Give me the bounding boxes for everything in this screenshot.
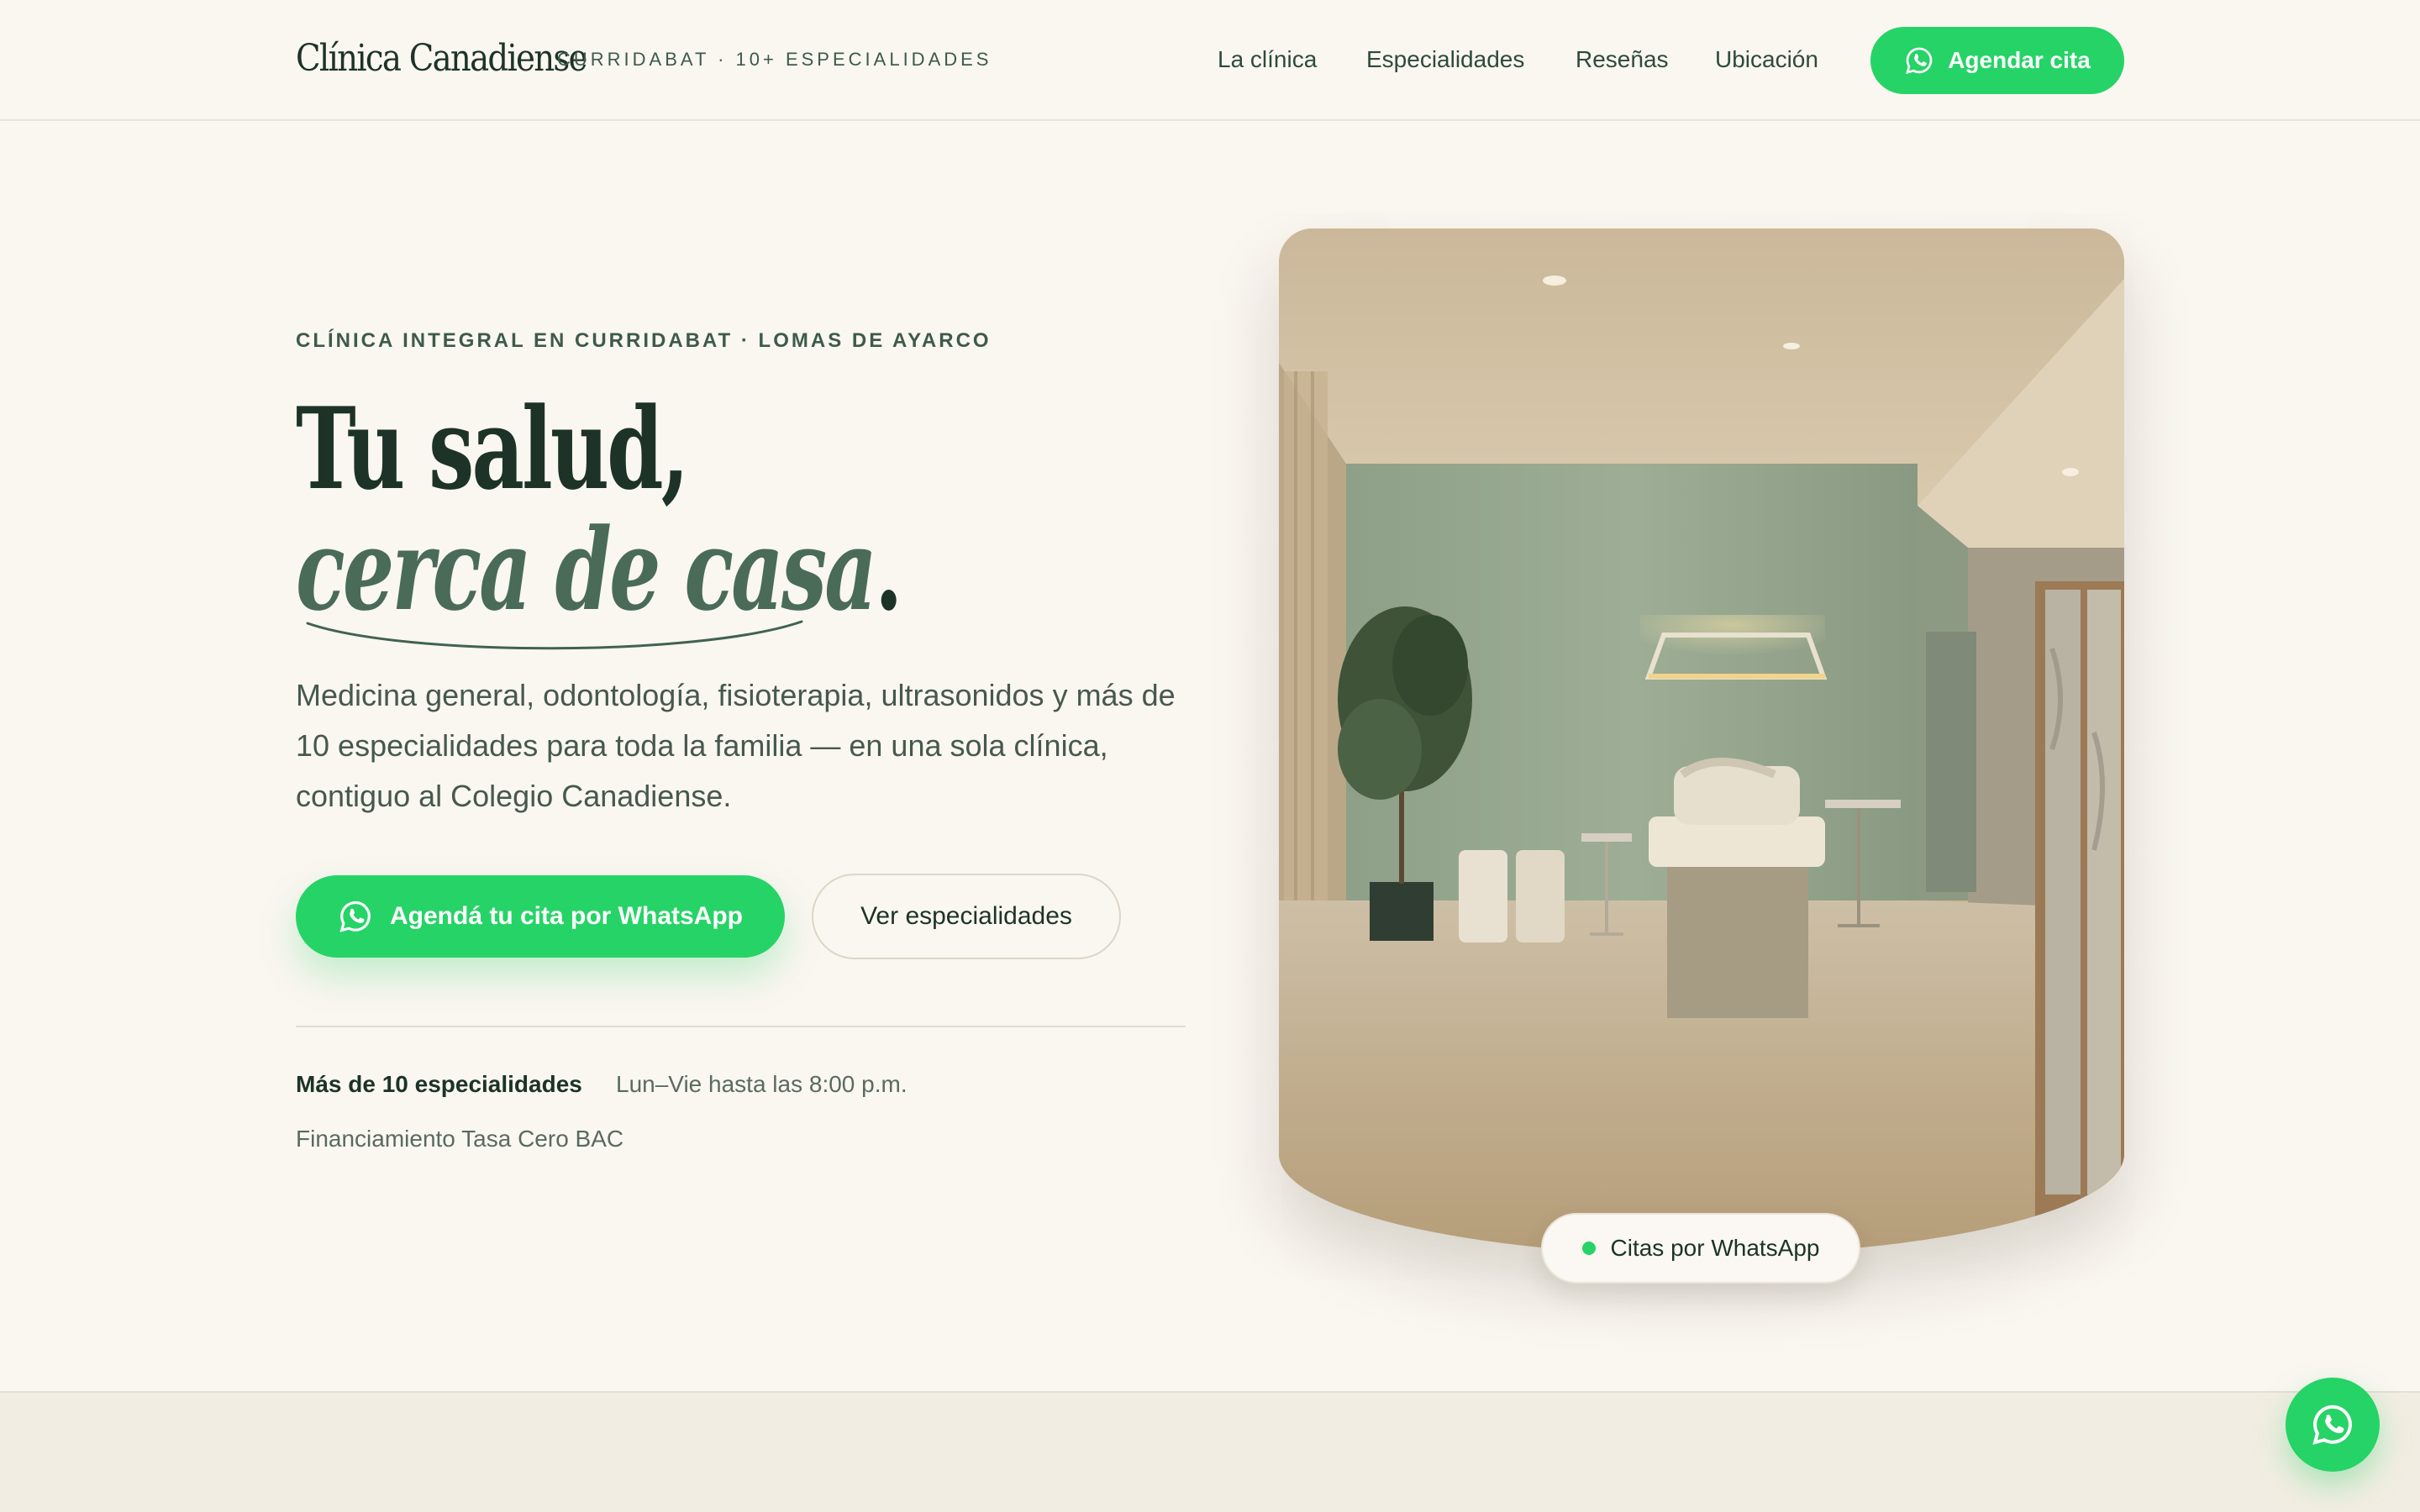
header-agendar-button[interactable]: Agendar cita <box>1870 27 2124 94</box>
hero-title: Tu salud, cerca de casa. <box>296 388 902 630</box>
hero-description: Medicina general, odontología, fisiotera… <box>296 678 1176 813</box>
hero-title-line1: Tu salud, <box>296 382 689 515</box>
hero-eyebrow: CLÍNICA INTEGRAL EN CURRIDABAT · LOMAS D… <box>296 329 992 352</box>
whatsapp-icon <box>338 899 373 934</box>
nav-link-resenas[interactable]: Reseñas <box>1576 46 1669 73</box>
stats-divider <box>296 1026 1186 1027</box>
site-header: Clínica Canadiense CURRIDABAT · 10+ ESPE… <box>0 0 2420 121</box>
view-specialties-button[interactable]: Ver especialidades <box>812 874 1121 959</box>
header-agendar-label: Agendar cita <box>1948 47 2091 73</box>
stat-specialties: Más de 10 especialidades <box>296 1071 582 1097</box>
nav-link-ubicacion[interactable]: Ubicación <box>1715 46 1818 73</box>
whatsapp-icon <box>2310 1402 2355 1447</box>
nav-link-la-clinica[interactable]: La clínica <box>1218 46 1317 73</box>
hero-title-line2-text: cerca de casa <box>296 503 877 636</box>
whatsapp-status-badge: Citas por WhatsApp <box>1541 1213 1860 1284</box>
nav-link-especialidades[interactable]: Especialidades <box>1366 46 1524 73</box>
clinic-room-image <box>1279 228 2124 1255</box>
stat-hours: Lun–Vie hasta las 8:00 p.m. <box>616 1071 908 1097</box>
hero-title-period: . <box>874 503 903 636</box>
whatsapp-appointment-label: Agendá tu cita por WhatsApp <box>390 902 743 930</box>
hero-title-line2: cerca de casa. <box>296 509 902 630</box>
title-underline-swash <box>306 620 803 650</box>
stat-financing: Financiamiento Tasa Cero BAC <box>296 1126 624 1152</box>
whatsapp-status-label: Citas por WhatsApp <box>1610 1235 1820 1261</box>
whatsapp-floating-button[interactable] <box>2286 1378 2380 1472</box>
online-dot-icon <box>1581 1242 1596 1255</box>
brand-logo[interactable]: Clínica Canadiense <box>296 37 587 80</box>
whatsapp-appointment-button[interactable]: Agendá tu cita por WhatsApp <box>296 875 785 958</box>
whatsapp-icon <box>1904 45 1934 76</box>
next-section-band <box>0 1391 2420 1512</box>
brand-tagline: CURRIDABAT · 10+ ESPECIALIDADES <box>557 49 992 70</box>
